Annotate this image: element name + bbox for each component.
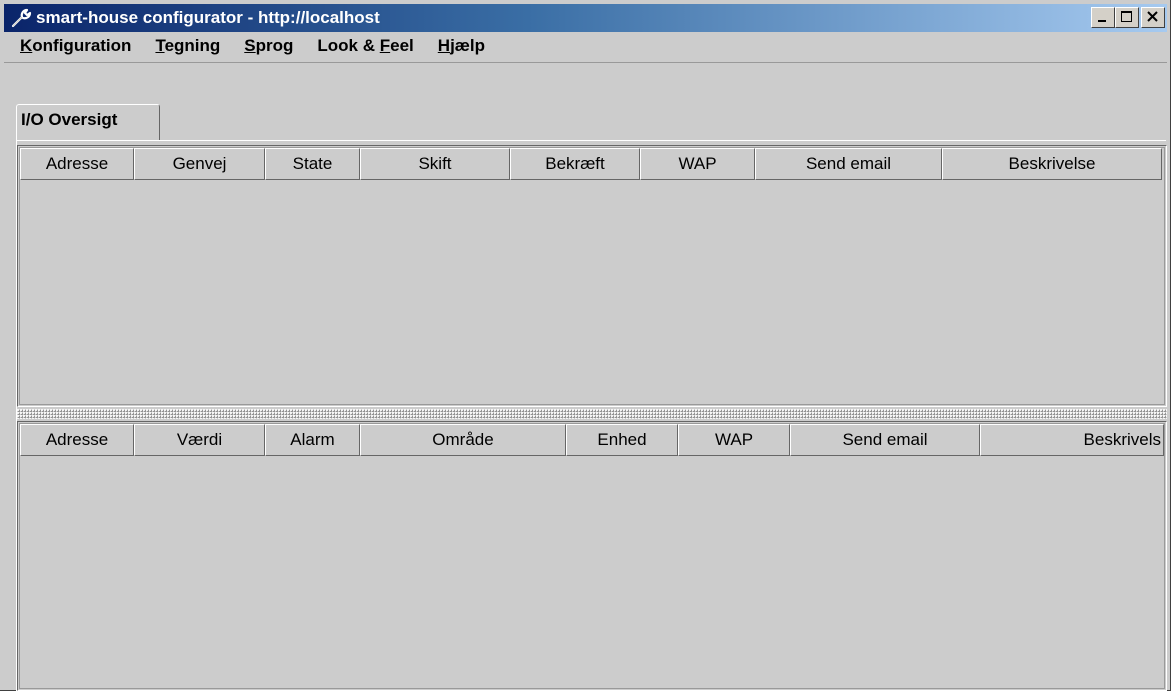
column-header-send-email[interactable]: Send email — [790, 424, 980, 456]
column-header-skift[interactable]: Skift — [360, 148, 510, 180]
column-header-beskrivelse[interactable]: Beskrivelse — [942, 148, 1162, 180]
tab-io-oversigt[interactable]: I/O Oversigt — [16, 104, 160, 140]
menu-sprog[interactable]: Sprog — [228, 32, 301, 60]
menu-bar: Konfiguration Tegning Sprog Look & Feel … — [4, 32, 1167, 60]
top-table-header: Adresse Genvej State Skift Bekræft WAP S… — [20, 148, 1162, 180]
menu-label-prefix: Look & — [317, 36, 380, 55]
bottom-table-panel[interactable]: Adresse Værdi Alarm Område Enhed WAP Sen… — [17, 421, 1167, 691]
menu-label: prog — [255, 36, 294, 55]
column-header-wap[interactable]: WAP — [640, 148, 755, 180]
menu-tegning[interactable]: Tegning — [139, 32, 228, 60]
minimize-button[interactable] — [1091, 7, 1115, 28]
close-icon — [1147, 11, 1158, 22]
top-table-panel[interactable]: Adresse Genvej State Skift Bekræft WAP S… — [17, 145, 1167, 407]
maximize-button[interactable] — [1115, 7, 1139, 28]
menu-label: egning — [164, 36, 221, 55]
column-header-omraade[interactable]: Område — [360, 424, 566, 456]
column-header-wap[interactable]: WAP — [678, 424, 790, 456]
menu-mnemonic: H — [437, 36, 451, 55]
column-header-bekraeft[interactable]: Bekræft — [510, 148, 640, 180]
column-header-vaerdi[interactable]: Værdi — [134, 424, 265, 456]
column-header-genvej[interactable]: Genvej — [134, 148, 265, 180]
menu-label: jælp — [450, 36, 486, 55]
menu-label: eel — [390, 36, 414, 55]
menu-mnemonic: F — [379, 36, 391, 55]
column-header-send-email[interactable]: Send email — [755, 148, 942, 180]
bottom-table-header: Adresse Værdi Alarm Område Enhed WAP Sen… — [20, 424, 1164, 456]
wrench-icon — [11, 8, 32, 28]
menu-look-and-feel[interactable]: Look & Feel — [301, 32, 421, 60]
column-header-beskrivelse[interactable]: Beskrivels — [980, 424, 1164, 456]
menu-mnemonic: S — [244, 36, 256, 55]
close-button[interactable] — [1141, 7, 1165, 28]
column-header-state[interactable]: State — [265, 148, 360, 180]
app-window: smart-house configurator - http://localh… — [0, 0, 1171, 691]
column-header-alarm[interactable]: Alarm — [265, 424, 360, 456]
menu-konfiguration[interactable]: Konfiguration — [4, 32, 139, 60]
menu-divider — [4, 62, 1167, 63]
menu-mnemonic: T — [155, 36, 165, 55]
tab-content: Adresse Genvej State Skift Bekræft WAP S… — [16, 140, 1167, 691]
window-title: smart-house configurator - http://localh… — [36, 8, 380, 27]
title-bar[interactable]: smart-house configurator - http://localh… — [4, 4, 1167, 32]
column-header-adresse[interactable]: Adresse — [20, 424, 134, 456]
top-table: Adresse Genvej State Skift Bekræft WAP S… — [19, 147, 1165, 405]
column-header-enhed[interactable]: Enhed — [566, 424, 678, 456]
menu-hjaelp[interactable]: Hjælp — [422, 32, 493, 60]
tab-label: I/O Oversigt — [21, 110, 118, 129]
menu-label: onfiguration — [32, 36, 132, 55]
minimize-icon — [1098, 20, 1106, 22]
maximize-icon — [1121, 11, 1132, 22]
column-header-adresse[interactable]: Adresse — [20, 148, 134, 180]
menu-mnemonic: K — [20, 36, 33, 55]
bottom-table: Adresse Værdi Alarm Område Enhed WAP Sen… — [19, 423, 1165, 689]
split-pane-divider[interactable] — [17, 409, 1167, 419]
